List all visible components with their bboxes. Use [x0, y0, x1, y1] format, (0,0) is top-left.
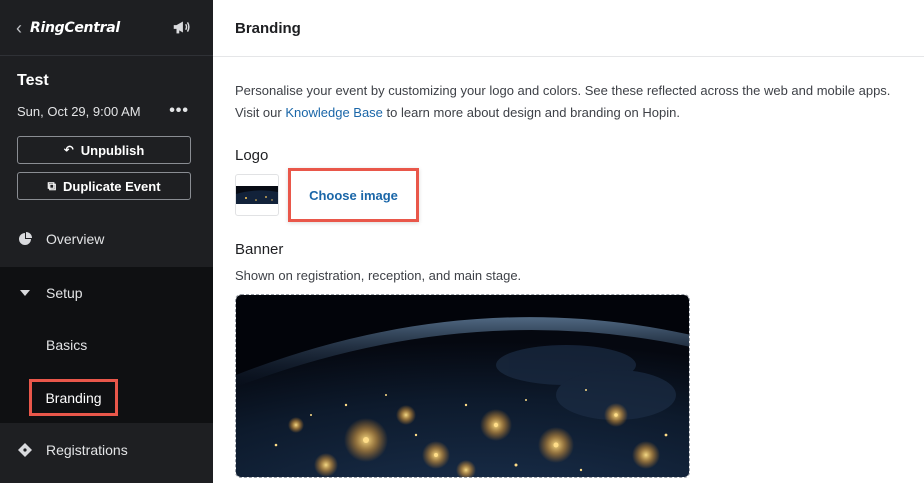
brand-bar: ‹ RingCentral [0, 0, 213, 56]
sidebar-item-label: Overview [46, 231, 105, 247]
caret-down-icon [20, 290, 30, 296]
ringcentral-logo[interactable]: RingCentral [30, 20, 120, 36]
choose-image-button[interactable]: Choose image [288, 168, 419, 222]
sidebar-item-registrations[interactable]: Registrations [0, 440, 213, 460]
sidebar-item-setup[interactable]: Setup [0, 283, 213, 303]
banner-image-dropzone[interactable] [235, 294, 690, 478]
ticket-icon [18, 443, 32, 457]
intro-suffix: to learn more about design and branding … [382, 105, 680, 120]
logo-thumbnail [235, 174, 279, 216]
chevron-left-icon[interactable]: ‹ [16, 19, 22, 37]
main-header: Branding [213, 0, 924, 57]
intro-line-2: Visit our Knowledge Base to learn more a… [235, 102, 924, 124]
event-title: Test [17, 72, 49, 89]
sidebar-item-branding[interactable]: Branding [29, 379, 118, 416]
event-date: Sun, Oct 29, 9:00 AM [17, 103, 141, 119]
banner-image [236, 295, 689, 477]
banner-label: Banner [235, 241, 284, 258]
sidebar-item-basics[interactable]: Basics [46, 337, 87, 353]
sidebar-item-overview[interactable]: Overview [0, 229, 213, 249]
main-panel: Branding Personalise your event by custo… [213, 0, 924, 483]
pie-chart-icon [19, 232, 32, 245]
choose-image-label: Choose image [309, 187, 398, 203]
sidebar-item-label: Branding [45, 389, 102, 406]
duplicate-event-label: Duplicate Event [63, 178, 161, 194]
undo-icon: ↶ [63, 143, 74, 157]
sidebar-item-label: Setup [46, 285, 83, 301]
page-title: Branding [235, 19, 301, 37]
knowledge-base-link[interactable]: Knowledge Base [285, 105, 383, 120]
event-summary: Test Sun, Oct 29, 9:00 AM ••• ↶ Unpublis… [0, 56, 213, 200]
intro-prefix: Visit our [235, 105, 286, 120]
logo-preview-image [236, 186, 278, 204]
intro-line-1: Personalise your event by customizing yo… [235, 83, 891, 98]
sidebar: ‹ RingCentral Test Sun, Oct 29, 9:00 AM … [0, 0, 213, 483]
duplicate-event-button[interactable]: ⧉ Duplicate Event [17, 172, 191, 200]
event-date-row: Sun, Oct 29, 9:00 AM ••• [17, 102, 196, 120]
sidebar-item-label: Registrations [46, 442, 128, 458]
intro-text: Personalise your event by customizing yo… [235, 80, 924, 124]
unpublish-label: Unpublish [80, 142, 145, 158]
megaphone-icon[interactable] [171, 16, 193, 38]
unpublish-button[interactable]: ↶ Unpublish [17, 136, 191, 164]
logo-label: Logo [235, 147, 269, 164]
banner-description: Shown on registration, reception, and ma… [235, 268, 522, 283]
more-options-icon[interactable]: ••• [169, 102, 196, 120]
copy-icon: ⧉ [47, 178, 57, 193]
